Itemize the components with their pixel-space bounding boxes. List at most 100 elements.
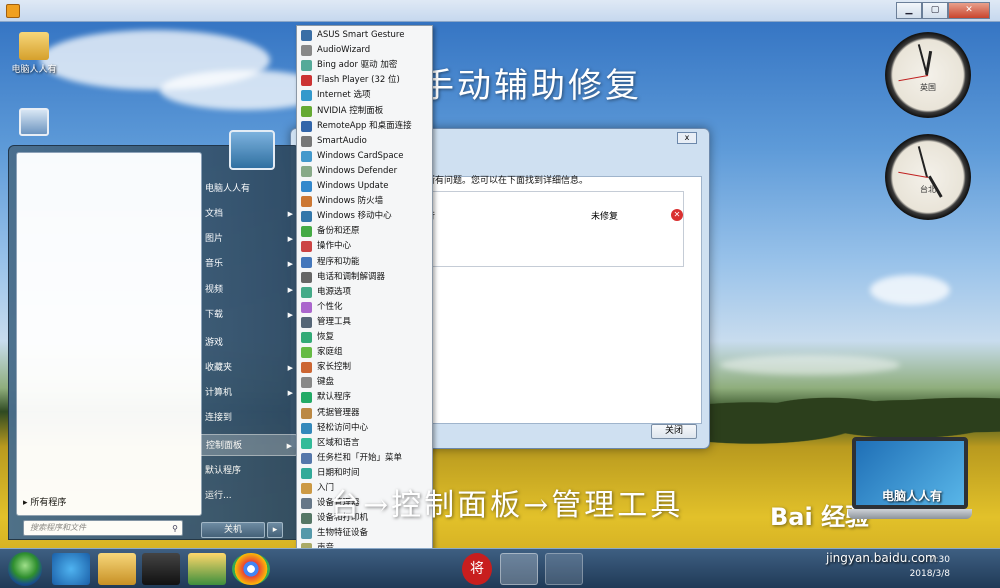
control-panel-item-label: 凭据管理器	[317, 407, 360, 418]
control-panel-item[interactable]: SmartAudio	[297, 134, 433, 149]
control-panel-item[interactable]: Windows 防火墙	[297, 194, 433, 209]
control-panel-item-icon	[301, 452, 312, 464]
search-placeholder: 搜索程序和文件	[30, 523, 86, 532]
control-panel-item-label: 生物特征设备	[317, 528, 369, 539]
dialog-close-button[interactable]: 关闭	[651, 424, 697, 439]
control-panel-item[interactable]: ASUS Smart Gesture	[297, 28, 433, 43]
control-panel-item-icon	[301, 150, 312, 162]
control-panel-item-icon	[301, 301, 312, 313]
control-panel-item-icon	[301, 226, 312, 238]
control-panel-item[interactable]: 日期和时间	[297, 466, 433, 481]
start-item-user[interactable]: 电脑人人有	[199, 178, 297, 200]
control-panel-item[interactable]: 个性化	[297, 300, 433, 315]
control-panel-item-label: 家庭组	[317, 347, 343, 358]
arrow-right-icon: ▶	[287, 286, 293, 294]
control-panel-item-icon	[301, 498, 312, 510]
desktop-icon-computer[interactable]	[4, 108, 64, 138]
control-panel-item[interactable]: 程序和功能	[297, 255, 433, 270]
start-item-label: 游戏	[205, 338, 224, 348]
start-item-connect[interactable]: 连接到	[199, 407, 297, 429]
control-panel-item-label: NVIDIA 控制面板	[317, 105, 384, 116]
control-panel-item-icon	[301, 437, 312, 449]
control-panel-item[interactable]: AudioWizard	[297, 43, 433, 58]
control-panel-item[interactable]: Windows CardSpace	[297, 149, 433, 164]
control-panel-item[interactable]: 家长控制	[297, 360, 433, 375]
control-panel-item[interactable]: Internet 选项	[297, 88, 433, 103]
start-item-documents[interactable]: 文档 ▶	[199, 203, 297, 225]
start-item-label: 文档	[205, 209, 224, 219]
control-panel-item[interactable]: Bing ador 驱动 加密	[297, 58, 433, 73]
control-panel-item-label: 程序和功能	[317, 256, 360, 267]
control-panel-item[interactable]: 轻松访问中心	[297, 421, 433, 436]
start-item-control-panel[interactable]: 控制面板 ▶	[199, 434, 297, 456]
control-panel-item[interactable]: 区域和语言	[297, 436, 433, 451]
control-panel-item[interactable]: 操作中心	[297, 239, 433, 254]
computer-icon	[19, 108, 49, 136]
task-button-active[interactable]	[500, 553, 538, 585]
control-panel-item-icon	[301, 196, 312, 208]
app-icon-green[interactable]	[188, 553, 226, 585]
control-panel-item-label: Windows Update	[317, 181, 389, 191]
user-avatar[interactable]	[229, 130, 275, 170]
start-item-run[interactable]: 运行...	[199, 485, 297, 507]
start-item-videos[interactable]: 视频 ▶	[199, 279, 297, 301]
control-panel-item[interactable]: 生物特征设备	[297, 526, 433, 541]
chrome-icon[interactable]	[232, 553, 270, 585]
shutdown-options-button[interactable]: ▸	[267, 522, 283, 538]
maximize-button[interactable]: ▢	[922, 2, 948, 19]
start-item-games[interactable]: 游戏	[199, 332, 297, 354]
control-panel-item[interactable]: 家庭组	[297, 345, 433, 360]
start-item-label: 运行...	[205, 491, 232, 501]
start-item-favorites[interactable]: 收藏夹 ▶	[199, 357, 297, 379]
start-item-label: 控制面板	[206, 441, 243, 451]
start-item-pictures[interactable]: 图片 ▶	[199, 228, 297, 250]
control-panel-item-label: 任务栏和「开始」菜单	[317, 452, 403, 463]
media-player-icon[interactable]	[142, 553, 180, 585]
control-panel-item[interactable]: 任务栏和「开始」菜单	[297, 451, 433, 466]
control-panel-item[interactable]: Flash Player (32 位)	[297, 73, 433, 88]
control-panel-item-label: 备份和还原	[317, 226, 360, 237]
start-item-downloads[interactable]: 下载 ▶	[199, 304, 297, 326]
arrow-right-icon: ▶	[287, 311, 293, 319]
minimize-button[interactable]: ▁	[896, 2, 922, 19]
control-panel-item[interactable]: 管理工具	[297, 315, 433, 330]
control-panel-item[interactable]: 默认程序	[297, 390, 433, 405]
control-panel-item-label: Windows CardSpace	[317, 150, 404, 161]
start-item-computer[interactable]: 计算机 ▶	[199, 382, 297, 404]
dialog-close-x[interactable]: x	[677, 132, 697, 144]
all-programs-link[interactable]: ▸ 所有程序	[23, 495, 66, 508]
control-panel-item[interactable]: NVIDIA 控制面板	[297, 104, 433, 119]
desktop-icon-user-folder[interactable]: 电脑人人有	[4, 32, 64, 75]
control-panel-item[interactable]: Windows Update	[297, 179, 433, 194]
search-input[interactable]: 搜索程序和文件 ⚲	[23, 520, 183, 536]
control-panel-item-label: RemoteApp 和桌面连接	[317, 120, 412, 131]
arrow-right-icon: ▶	[287, 260, 293, 268]
app-icon-red[interactable]: 将	[462, 553, 492, 585]
start-item-music[interactable]: 音乐 ▶	[199, 253, 297, 275]
control-panel-item[interactable]: 凭据管理器	[297, 406, 433, 421]
start-orb-icon[interactable]	[8, 552, 42, 586]
control-panel-item[interactable]: 键盘	[297, 375, 433, 390]
control-panel-item-label: Internet 选项	[317, 90, 371, 101]
start-item-default-programs[interactable]: 默认程序	[199, 460, 297, 482]
control-panel-item[interactable]: 电话和调制解调器	[297, 270, 433, 285]
control-panel-item-icon	[301, 422, 312, 434]
control-panel-item[interactable]: 电源选项	[297, 285, 433, 300]
search-icon: ⚲	[172, 524, 178, 533]
shutdown-button[interactable]: 关机	[201, 522, 265, 538]
control-panel-item-label: 键盘	[317, 377, 335, 388]
close-button[interactable]: ✕	[948, 2, 990, 19]
control-panel-item[interactable]: 备份和还原	[297, 224, 433, 239]
folder-icon[interactable]	[98, 553, 136, 585]
control-panel-item[interactable]: 恢复	[297, 330, 433, 345]
control-panel-item[interactable]: RemoteApp 和桌面连接	[297, 119, 433, 134]
control-panel-item[interactable]: Windows Defender	[297, 164, 433, 179]
control-panel-item-label: 电话和调制解调器	[317, 271, 386, 282]
control-panel-item-icon	[301, 105, 312, 117]
ie-icon[interactable]	[52, 553, 90, 585]
control-panel-item-icon	[301, 60, 312, 72]
control-panel-item[interactable]: Windows 移动中心	[297, 209, 433, 224]
arrow-right-icon: ▶	[287, 364, 293, 372]
task-button-window[interactable]	[545, 553, 583, 585]
control-panel-item-icon	[301, 316, 312, 328]
